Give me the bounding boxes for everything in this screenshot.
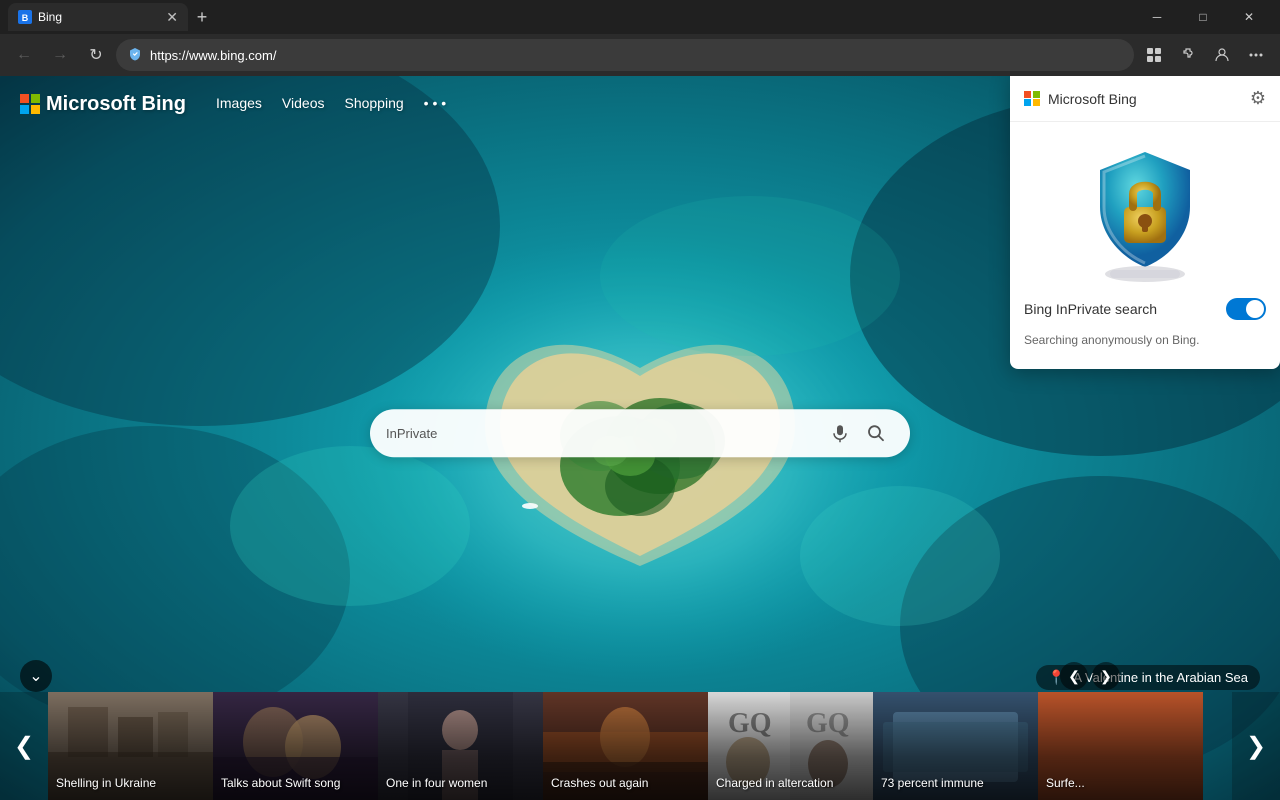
nav-more[interactable]: • • • <box>424 95 446 113</box>
collapse-button[interactable]: ⌄ <box>20 660 52 692</box>
popup-header: Microsoft Bing ⚙ <box>1010 76 1280 122</box>
nav-shopping[interactable]: Shopping <box>344 95 403 113</box>
nav-videos[interactable]: Videos <box>282 95 325 113</box>
bing-nav: Images Videos Shopping • • • <box>216 95 446 113</box>
close-button[interactable]: ✕ <box>1226 0 1272 34</box>
tab-close-button[interactable]: ✕ <box>166 9 178 26</box>
carousel-nav-next-top[interactable]: ❯ <box>1092 662 1120 690</box>
popup-ms-yellow <box>1033 99 1040 106</box>
carousel-nav-top: ❮ ❯ <box>1060 662 1120 690</box>
bing-logo-text: Microsoft Bing <box>46 93 186 116</box>
lock-icon-container <box>1024 142 1266 282</box>
popup-body: Bing InPrivate search Searching anonymou… <box>1010 122 1280 369</box>
popup-description: Searching anonymously on Bing. <box>1024 332 1266 349</box>
news-item-title-charged: Charged in altercation <box>716 776 865 792</box>
popup-ms-blue <box>1024 99 1031 106</box>
news-item-surf[interactable]: Surfe... <box>1038 692 1203 800</box>
ms-logo-yellow <box>31 105 40 114</box>
profile-button[interactable] <box>1206 39 1238 71</box>
popup-gear-button[interactable]: ⚙ <box>1250 88 1266 109</box>
ms-logo-green <box>31 94 40 103</box>
title-bar: B Bing ✕ + ─ □ ✕ <box>0 0 1280 34</box>
tab-title: Bing <box>38 10 160 24</box>
news-items: Shelling in Ukraine <box>48 692 1232 800</box>
news-item-title-women: One in four women <box>386 776 535 792</box>
address-input[interactable] <box>150 48 1122 63</box>
news-carousel: ❮ <box>0 692 1280 800</box>
search-container: InPrivate <box>370 409 910 457</box>
back-button[interactable]: ← <box>8 39 40 71</box>
search-input[interactable] <box>445 424 822 442</box>
carousel-nav-prev-top[interactable]: ❮ <box>1060 662 1088 690</box>
settings-more-button[interactable] <box>1240 39 1272 71</box>
news-item-crashes[interactable]: Crashes out again <box>543 692 708 800</box>
news-item-immune[interactable]: 73 percent immune <box>873 692 1038 800</box>
inprivate-label: InPrivate <box>386 426 437 441</box>
popup-ms-red <box>1024 91 1031 98</box>
search-button[interactable] <box>858 415 894 451</box>
inprivate-setting-row: Bing InPrivate search <box>1024 298 1266 320</box>
popup-title-row: Microsoft Bing <box>1024 91 1137 107</box>
news-item-women[interactable]: One in four women <box>378 692 543 800</box>
news-item-ukraine[interactable]: Shelling in Ukraine <box>48 692 213 800</box>
svg-text:B: B <box>22 13 29 23</box>
search-box[interactable]: InPrivate <box>370 409 910 457</box>
nav-bar: ← → ↻ <box>0 34 1280 76</box>
extension-favorites-button[interactable] <box>1138 39 1170 71</box>
news-item-title-swift: Talks about Swift song <box>221 776 370 792</box>
extensions-button[interactable] <box>1172 39 1204 71</box>
window-controls: ─ □ ✕ <box>1134 0 1272 34</box>
bing-page: Microsoft Bing Images Videos Shopping • … <box>0 76 1280 800</box>
minimize-button[interactable]: ─ <box>1134 0 1180 34</box>
toggle-knob <box>1246 300 1264 318</box>
popup-ms-logo <box>1024 91 1040 107</box>
forward-button[interactable]: → <box>44 39 76 71</box>
nav-images[interactable]: Images <box>216 95 262 113</box>
inprivate-setting-label: Bing InPrivate search <box>1024 301 1157 317</box>
popup-title-text: Microsoft Bing <box>1048 91 1137 107</box>
mic-button[interactable] <box>822 415 858 451</box>
popup-ms-green <box>1033 91 1040 98</box>
ms-logo <box>20 94 40 114</box>
nav-actions <box>1138 39 1272 71</box>
carousel-prev-button[interactable]: ❮ <box>0 692 48 800</box>
news-item-title-ukraine: Shelling in Ukraine <box>56 776 205 792</box>
news-item-title-crashes: Crashes out again <box>551 776 700 792</box>
active-tab[interactable]: B Bing ✕ <box>8 3 188 31</box>
collapse-icon: ⌄ <box>29 666 42 686</box>
ms-logo-red <box>20 94 29 103</box>
inprivate-popup: Microsoft Bing ⚙ <box>1010 76 1280 369</box>
new-tab-button[interactable]: + <box>188 3 216 31</box>
refresh-button[interactable]: ↻ <box>80 39 112 71</box>
browser-chrome: B Bing ✕ + ─ □ ✕ ← → ↻ <box>0 0 1280 800</box>
news-item-swift[interactable]: Talks about Swift song <box>213 692 378 800</box>
ms-logo-blue <box>20 105 29 114</box>
tab-favicon: B <box>18 10 32 24</box>
news-item-charged[interactable]: GQ GQ Charged in altercation <box>708 692 873 800</box>
maximize-button[interactable]: □ <box>1180 0 1226 34</box>
address-bar[interactable] <box>116 39 1134 71</box>
tab-bar: B Bing ✕ + <box>8 0 1130 34</box>
browser-content: Microsoft Bing Images Videos Shopping • … <box>0 76 1280 800</box>
news-item-title-surf: Surfe... <box>1046 776 1195 792</box>
security-icon <box>128 47 142 64</box>
inprivate-toggle[interactable] <box>1226 298 1266 320</box>
carousel-next-button[interactable]: ❯ <box>1232 692 1280 800</box>
news-item-title-immune: 73 percent immune <box>881 776 1030 792</box>
bing-logo[interactable]: Microsoft Bing <box>20 93 186 116</box>
